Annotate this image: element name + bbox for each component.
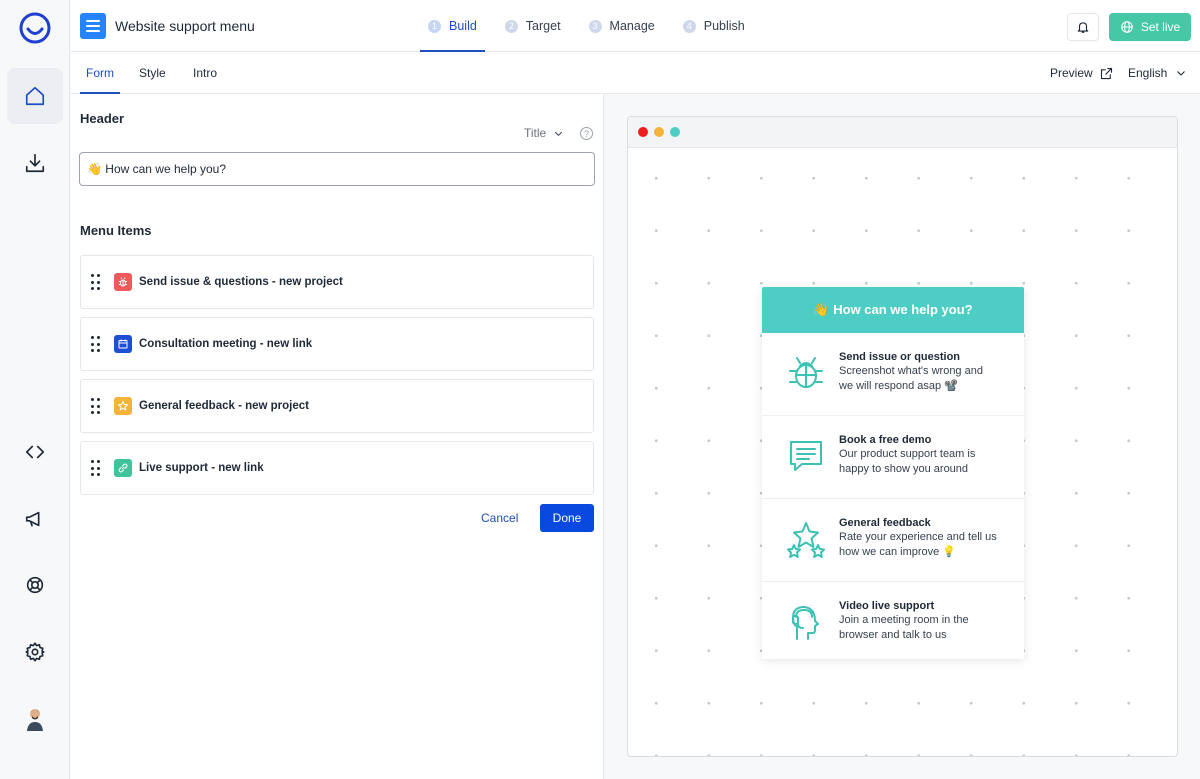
rail-settings-button[interactable] <box>7 624 63 680</box>
step-number: 3 <box>588 19 602 33</box>
menu-item[interactable]: Live support - new link <box>80 441 594 495</box>
browser-frame: 👋 How can we help you? Send issue or que… <box>627 116 1178 757</box>
cancel-button[interactable]: Cancel <box>481 504 518 532</box>
step-number: 4 <box>682 19 696 33</box>
chevron-down-icon <box>1177 71 1186 76</box>
rail-download-button[interactable] <box>7 135 63 191</box>
external-link-icon <box>1100 67 1112 79</box>
widget-option[interactable]: General feedback Rate your experience an… <box>762 499 1024 582</box>
header-title-input[interactable] <box>79 152 595 186</box>
left-rail <box>0 0 70 779</box>
preview-canvas: 👋 How can we help you? Send issue or que… <box>628 148 1177 756</box>
head-headset-icon <box>792 606 819 640</box>
tab-form[interactable]: Form <box>80 52 120 94</box>
link-icon <box>114 459 132 477</box>
step-build[interactable]: 1 Build <box>420 0 485 52</box>
widget-option-title: Video live support <box>839 600 935 612</box>
rail-support-button[interactable] <box>7 557 63 613</box>
widget-title: 👋 How can we help you? <box>762 287 1024 333</box>
step-label: Publish <box>703 19 745 33</box>
code-icon <box>25 445 45 459</box>
widget-option[interactable]: Video live support Join a meeting room i… <box>762 582 1024 659</box>
set-live-label: Set live <box>1140 20 1181 34</box>
language-select[interactable]: English <box>1128 52 1187 94</box>
tab-style[interactable]: Style <box>139 52 166 94</box>
title-type-select[interactable]: Title <box>524 126 564 140</box>
stars-icon <box>787 522 825 558</box>
notifications-button[interactable] <box>1067 13 1099 41</box>
tab-intro[interactable]: Intro <box>193 52 217 94</box>
app-logo-icon[interactable] <box>18 11 52 45</box>
drag-handle-icon[interactable] <box>91 336 100 352</box>
widget-option-title: Send issue or question <box>839 351 961 363</box>
menu-item[interactable]: Consultation meeting - new link <box>80 317 594 371</box>
build-steps: 1 Build 2 Target 3 Manage 4 Publish <box>420 0 765 52</box>
menu-item[interactable]: General feedback - new project <box>80 379 594 433</box>
browser-toolbar <box>628 117 1177 148</box>
menu-items-section-title: Menu Items <box>80 223 152 238</box>
rail-megaphone-button[interactable] <box>7 491 63 547</box>
support-widget: 👋 How can we help you? Send issue or que… <box>762 287 1024 659</box>
step-label: Build <box>449 19 477 33</box>
bell-icon <box>1077 22 1089 33</box>
menu-item-label: Live support - new link <box>139 462 264 474</box>
step-target[interactable]: 2 Target <box>497 0 569 52</box>
home-icon <box>25 86 45 106</box>
widget-option[interactable]: Book a free demo Our product support tea… <box>762 416 1024 499</box>
language-label: English <box>1128 66 1168 80</box>
step-number: 2 <box>504 19 518 33</box>
drag-handle-icon[interactable] <box>91 398 100 414</box>
preview-link[interactable]: Preview <box>1050 52 1114 94</box>
menu-item-label: Consultation meeting - new link <box>139 338 313 350</box>
preview-panel: 👋 How can we help you? Send issue or que… <box>605 94 1200 779</box>
megaphone-icon <box>25 511 40 527</box>
menu-item-label: Send issue & questions - new project <box>139 276 343 288</box>
widget-option-desc: Join a meeting room in the browser and t… <box>839 614 969 641</box>
menu-item[interactable]: Send issue & questions - new project <box>80 255 594 309</box>
avatar[interactable] <box>24 706 46 732</box>
widget-option-title: General feedback <box>839 517 931 529</box>
close-dot-icon <box>638 127 648 137</box>
drag-handle-icon[interactable] <box>91 460 100 476</box>
widget-option[interactable]: Send issue or question Screenshot what's… <box>762 333 1024 416</box>
bug-icon <box>789 357 823 388</box>
step-label: Manage <box>609 19 655 33</box>
chevron-down-icon <box>555 131 563 136</box>
app-title: Website support menu <box>115 18 255 34</box>
drag-handle-icon[interactable] <box>91 274 100 290</box>
done-button[interactable]: Done <box>540 504 594 532</box>
widget-option-desc: Screenshot what's wrong and we will resp… <box>839 365 983 392</box>
settings-icon <box>25 642 45 662</box>
set-live-button[interactable]: Set live <box>1109 13 1191 41</box>
widget-option-desc: Rate your experience and tell us how we … <box>839 531 997 558</box>
sub-tab-bar: Form Style Intro Preview English <box>71 52 1200 94</box>
minimize-dot-icon <box>654 127 664 137</box>
rail-home-button[interactable] <box>7 68 63 124</box>
widget-option-desc: Our product support team is happy to sho… <box>839 448 976 475</box>
download-icon <box>25 153 45 173</box>
menu-item-label: General feedback - new project <box>139 400 310 412</box>
step-number: 1 <box>428 19 441 33</box>
star-icon <box>114 397 132 415</box>
preview-label: Preview <box>1050 66 1093 80</box>
header-section-title: Header <box>80 111 125 126</box>
chat-icon <box>790 441 822 471</box>
calendar-icon <box>114 335 132 353</box>
maximize-dot-icon <box>670 127 680 137</box>
hamburger-menu-button[interactable] <box>80 13 106 39</box>
lifebuoy-icon <box>26 576 44 594</box>
widget-option-title: Book a free demo <box>839 434 932 446</box>
help-icon[interactable]: ? <box>580 127 593 140</box>
title-type-label: Title <box>524 126 547 140</box>
form-panel: Header Title ? Menu Items Send issue & q… <box>71 94 604 779</box>
step-manage[interactable]: 3 Manage <box>581 0 663 52</box>
rail-code-button[interactable] <box>7 424 63 480</box>
top-bar: Website support menu 1 Build 2 Target 3 Man… <box>71 0 1200 52</box>
bug-icon <box>114 273 132 291</box>
globe-icon <box>1121 21 1133 33</box>
step-publish[interactable]: 4 Publish <box>675 0 753 52</box>
step-label: Target <box>525 19 561 33</box>
